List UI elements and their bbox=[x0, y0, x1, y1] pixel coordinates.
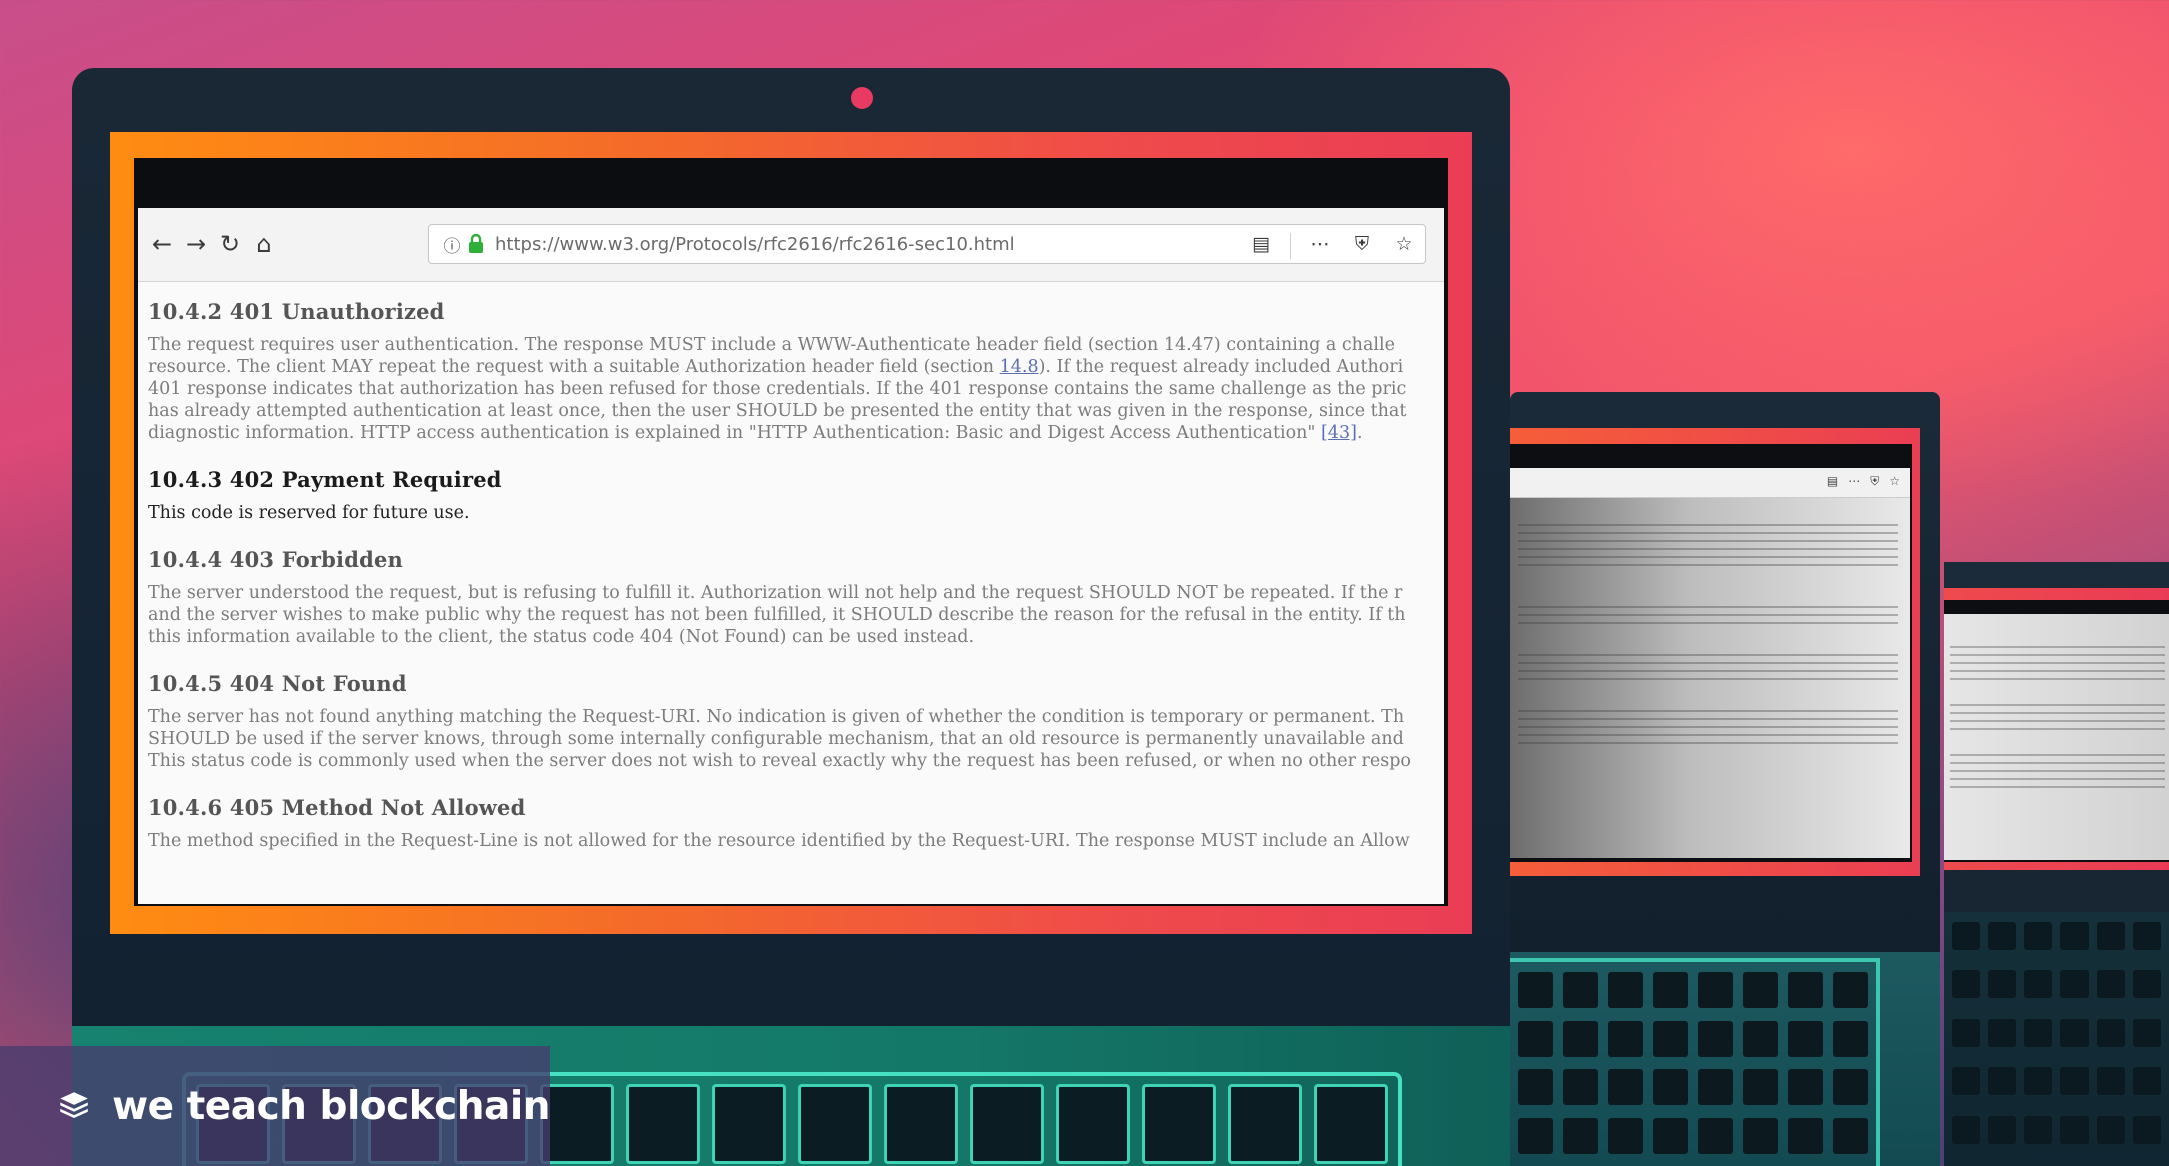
blurred-text-lines bbox=[1950, 640, 2165, 794]
reader-view-icon[interactable]: ▤ bbox=[1248, 231, 1274, 257]
star-icon[interactable]: ☆ bbox=[1391, 231, 1417, 257]
url-actions: ▤ ⋯ ⛨ ☆ bbox=[1248, 231, 1417, 259]
main-laptop: ← → ↻ ⌂ ⓘ https://www.w3.org/Protocols/r… bbox=[72, 68, 1510, 1028]
second-toolbar-icons: ▤ ⋯ ⛨ ☆ bbox=[1827, 474, 1900, 489]
paragraph-line: 401 response indicates that authorizatio… bbox=[148, 379, 1407, 399]
reader-view-icon: ▤ bbox=[1826, 474, 1839, 488]
more-icon[interactable]: ⋯ bbox=[1307, 231, 1333, 257]
home-icon[interactable]: ⌂ bbox=[248, 228, 280, 260]
blurred-text-lines bbox=[1518, 518, 1898, 750]
reload-icon[interactable]: ↻ bbox=[214, 228, 246, 260]
browser-window: ← → ↻ ⌂ ⓘ https://www.w3.org/Protocols/r… bbox=[138, 208, 1444, 904]
paragraph-line: This status code is commonly used when t… bbox=[148, 751, 1411, 771]
pocket-icon: ⛨ bbox=[1870, 474, 1880, 488]
second-keyboard bbox=[1510, 958, 1880, 1166]
stacked-blocks-icon bbox=[60, 1092, 88, 1119]
paragraph-line: this information available to the client… bbox=[148, 627, 975, 647]
paragraph-line: and the server wishes to make public why… bbox=[148, 605, 1406, 625]
paragraph-line: This code is reserved for future use. bbox=[148, 503, 470, 523]
key bbox=[970, 1084, 1044, 1164]
paragraph-text: resource. The client MAY repeat the requ… bbox=[148, 357, 1000, 377]
screen: ← → ↻ ⌂ ⓘ https://www.w3.org/Protocols/r… bbox=[134, 158, 1448, 906]
key bbox=[884, 1084, 958, 1164]
section-paragraph: The server has not found anything matchi… bbox=[148, 706, 1444, 772]
star-icon: ☆ bbox=[1889, 474, 1900, 488]
lock-icon bbox=[469, 234, 483, 253]
paragraph-line: diagnostic information. HTTP access auth… bbox=[148, 422, 1444, 444]
paragraph-text: ). If the request already included Autho… bbox=[1038, 357, 1404, 377]
paragraph-text: . bbox=[1356, 423, 1363, 443]
key bbox=[1056, 1084, 1130, 1164]
section-title: 10.4.2 401 Unauthorized bbox=[148, 299, 445, 324]
second-browser-toolbar: ▤ ⋯ ⛨ ☆ bbox=[1510, 468, 1910, 498]
browser-toolbar: ← → ↻ ⌂ ⓘ https://www.w3.org/Protocols/r… bbox=[138, 208, 1444, 282]
third-keyboard bbox=[1944, 912, 2169, 1166]
url-text[interactable]: https://www.w3.org/Protocols/rfc2616/rfc… bbox=[495, 234, 1015, 255]
section-title: 10.4.4 403 Forbidden bbox=[148, 547, 404, 572]
url-bar[interactable]: ⓘ https://www.w3.org/Protocols/rfc2616/r… bbox=[428, 224, 1426, 264]
key bbox=[626, 1084, 700, 1164]
brand-name: we teach blockchain bbox=[112, 1083, 550, 1129]
arrow-right-icon[interactable]: → bbox=[180, 228, 212, 260]
paragraph-line: The server understood the request, but i… bbox=[148, 583, 1403, 603]
key bbox=[1228, 1084, 1302, 1164]
paragraph-line: The request requires user authentication… bbox=[148, 335, 1395, 355]
key bbox=[1314, 1084, 1388, 1164]
info-icon[interactable]: ⓘ bbox=[441, 233, 463, 257]
section-paragraph: This code is reserved for future use. bbox=[148, 502, 1444, 524]
brand-banner: we teach blockchain bbox=[0, 1046, 550, 1166]
section-title: 10.4.5 404 Not Found bbox=[148, 671, 407, 696]
pocket-icon[interactable]: ⛨ bbox=[1349, 231, 1375, 257]
section-paragraph: The request requires user authentication… bbox=[148, 334, 1444, 444]
paragraph-line: The server has not found anything matchi… bbox=[148, 707, 1405, 727]
section-title: 10.4.3 402 Payment Required bbox=[148, 467, 502, 492]
arrow-left-icon[interactable]: ← bbox=[146, 228, 178, 260]
paragraph-text: diagnostic information. HTTP access auth… bbox=[148, 423, 1322, 443]
url-path: /Protocols/rfc2616/rfc2616-sec10.html bbox=[669, 234, 1015, 255]
url-separator bbox=[1290, 233, 1291, 259]
paragraph-line: The method specified in the Request-Line… bbox=[148, 831, 1410, 851]
key bbox=[798, 1084, 872, 1164]
section-paragraph: The server understood the request, but i… bbox=[148, 582, 1444, 648]
key bbox=[712, 1084, 786, 1164]
paragraph-line: has already attempted authentication at … bbox=[148, 401, 1407, 421]
section-title: 10.4.6 405 Method Not Allowed bbox=[148, 795, 526, 820]
key bbox=[540, 1084, 614, 1164]
page-content: 10.4.2 401 Unauthorized The request requ… bbox=[148, 282, 1444, 866]
key bbox=[1142, 1084, 1216, 1164]
second-screen-page: ▤ ⋯ ⛨ ☆ bbox=[1510, 468, 1910, 858]
paragraph-line: resource. The client MAY repeat the requ… bbox=[148, 356, 1444, 378]
more-icon: ⋯ bbox=[1848, 474, 1861, 488]
paragraph-line: SHOULD be used if the server knows, thro… bbox=[148, 729, 1404, 749]
section-link[interactable]: 14.8 bbox=[1000, 357, 1039, 377]
section-paragraph: The method specified in the Request-Line… bbox=[148, 830, 1444, 852]
webcam-dot bbox=[851, 87, 873, 109]
reference-link[interactable]: [43] bbox=[1321, 423, 1357, 443]
url-host: https://www.w3.org bbox=[495, 234, 670, 255]
